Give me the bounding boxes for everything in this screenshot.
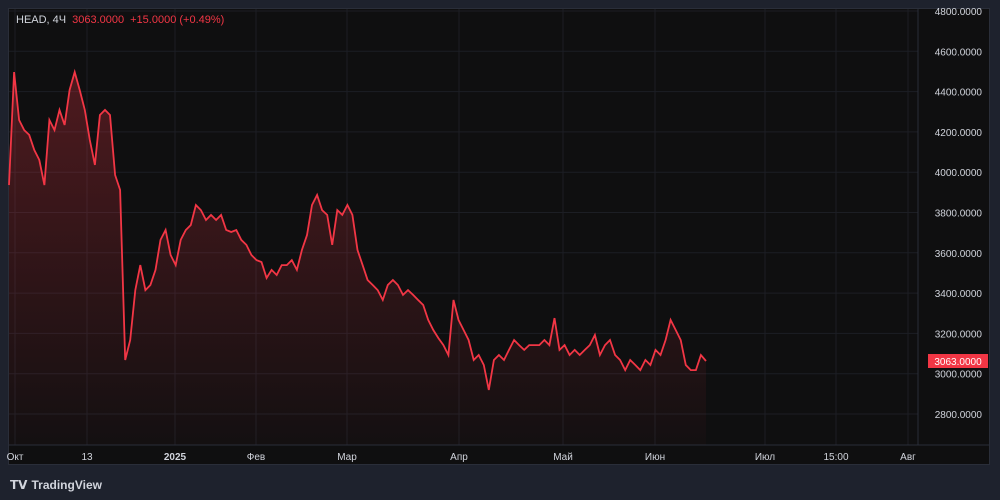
price-tick-label: 3400.0000 <box>935 289 983 300</box>
price-tick-label: 4200.0000 <box>935 128 983 139</box>
time-tick-label: Июн <box>645 452 665 463</box>
price-tick-label: 3600.0000 <box>935 249 983 260</box>
price-tick-label: 4000.0000 <box>935 168 983 179</box>
tradingview-logo[interactable]: 𝗧𝗩 TradingView <box>10 478 102 492</box>
price-tick-label: 3000.0000 <box>935 370 983 381</box>
price-tick-label: 2800.0000 <box>935 410 983 421</box>
time-tick-label: 13 <box>81 452 93 463</box>
time-tick-label: 2025 <box>164 452 187 463</box>
price-tick-label: 4400.0000 <box>935 88 983 99</box>
legend-change: +15.0000 (+0.49%) <box>130 14 225 26</box>
price-chart[interactable]: 4800.0000 4600.0000 4400.0000 4200.0000 4000… <box>0 0 1000 500</box>
time-tick-label: Июл <box>755 452 775 463</box>
time-tick-label: Окт <box>7 452 24 463</box>
brand-label: TradingView <box>31 478 102 492</box>
area-fill <box>9 72 706 445</box>
price-tick-label: 4600.0000 <box>935 47 983 58</box>
time-tick-label: Мар <box>337 452 357 463</box>
price-tick-label: 4800.0000 <box>935 7 983 18</box>
time-tick-label: Авг <box>900 452 916 463</box>
time-tick-label: Апр <box>450 452 468 463</box>
tradingview-icon: 𝗧𝗩 <box>10 478 28 492</box>
price-tick-label: 3200.0000 <box>935 329 983 340</box>
symbol-label: HEAD, 4Ч <box>16 14 67 26</box>
last-price-label: 3063.0000 <box>934 357 982 368</box>
time-tick-label: Фев <box>247 452 265 463</box>
legend-price: 3063.0000 <box>72 14 125 26</box>
time-tick-label: Май <box>553 452 573 463</box>
time-tick-label: 15:00 <box>823 452 848 463</box>
symbol-legend: HEAD, 4Ч 3063.0000 +15.0000 (+0.49%) <box>16 14 224 26</box>
price-tick-label: 3800.0000 <box>935 209 983 220</box>
